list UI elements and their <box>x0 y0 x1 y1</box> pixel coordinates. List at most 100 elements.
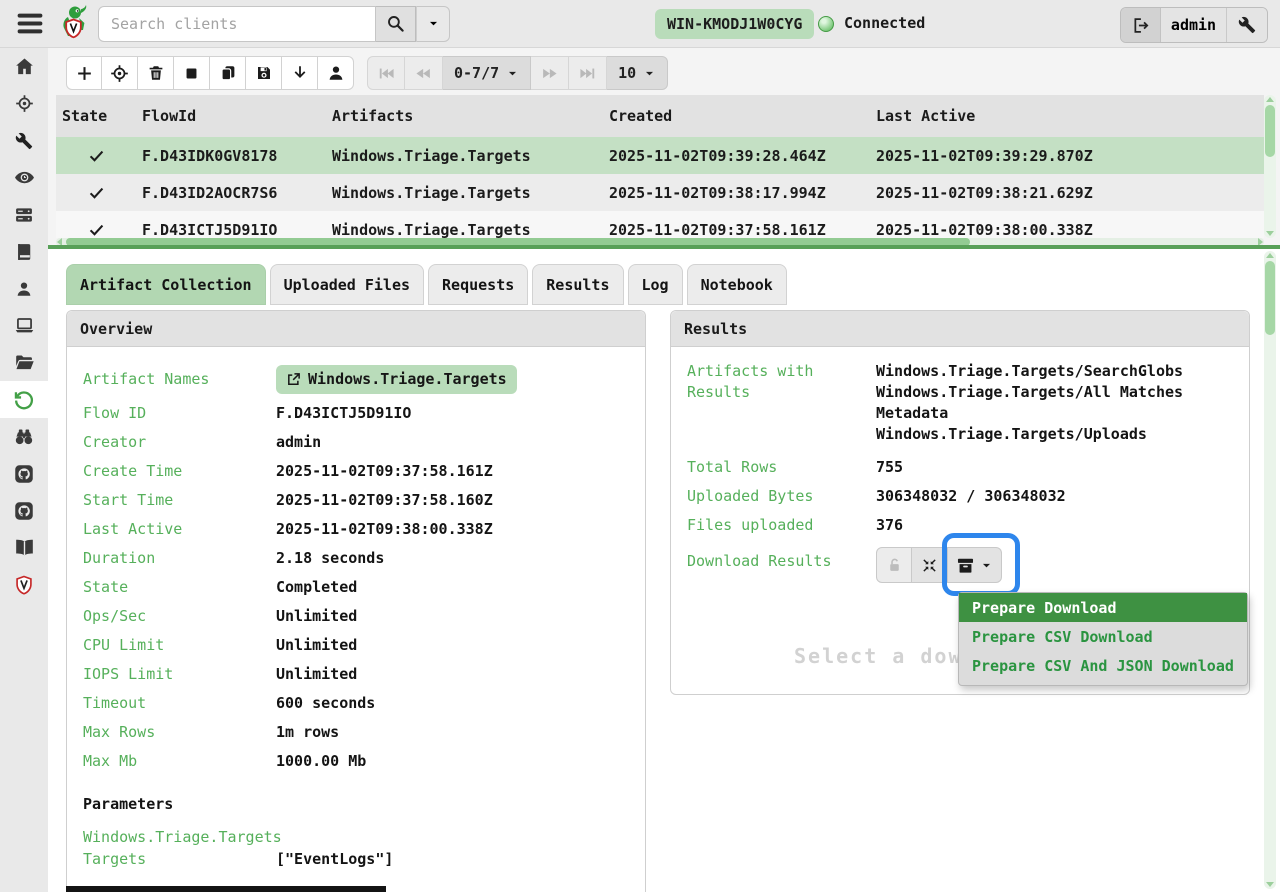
stop-icon <box>183 65 200 82</box>
sidebar-item-client-summary[interactable] <box>0 270 48 307</box>
overview-value: 2025-11-02T09:37:58.161Z <box>276 457 629 486</box>
hamburger-icon <box>14 10 46 37</box>
sidebar-item-velociraptor-shield[interactable] <box>0 566 48 603</box>
stop-flow-button[interactable] <box>174 56 210 90</box>
overview-card: Overview Artifact Names Windows.Triage.T… <box>66 310 646 892</box>
flow-table-header: StateFlowIdArtifactsCreatedLast Active <box>56 95 1264 137</box>
table-row-F.D43ICTJ5D91IO[interactable]: F.D43ICTJ5D91IOWindows.Triage.Targets202… <box>56 211 1264 238</box>
sidebar-item-host-information[interactable] <box>0 307 48 344</box>
compress-download-button[interactable] <box>912 547 948 583</box>
hamburger-menu-button[interactable] <box>12 9 48 39</box>
prev-page-button[interactable] <box>405 56 443 90</box>
menu-item-prepare-csv-download[interactable]: Prepare CSV Download <box>959 622 1247 651</box>
username-button[interactable]: admin <box>1161 8 1227 42</box>
results-label: Uploaded Bytes <box>687 482 876 511</box>
tab-artifact-collection[interactable]: Artifact Collection <box>66 264 266 305</box>
search-options-button[interactable] <box>416 6 450 42</box>
overview-row-state: StateCompleted <box>83 573 629 602</box>
sidebar-item-notebooks[interactable] <box>0 233 48 270</box>
target-collection-button[interactable] <box>102 56 138 90</box>
history-icon <box>13 389 35 411</box>
arrow-down-icon <box>291 64 309 82</box>
prepare-download-dropdown-button[interactable] <box>948 547 1002 583</box>
tab-uploaded-files[interactable]: Uploaded Files <box>270 264 424 305</box>
next-page-button[interactable] <box>531 56 569 90</box>
table-scrollbar-thumb[interactable] <box>1265 105 1275 157</box>
details-vertical-scrollbar[interactable] <box>1264 251 1276 889</box>
sidebar-item-hunt-manager[interactable] <box>0 85 48 122</box>
settings-button[interactable] <box>1227 8 1267 42</box>
copy-icon <box>219 64 237 82</box>
overview-label: Timeout <box>83 689 276 718</box>
artifacts-cell: Windows.Triage.Targets <box>326 184 603 202</box>
first-page-button[interactable] <box>367 56 405 90</box>
scroll-up-arrow-icon <box>1266 97 1274 102</box>
copy-flow-button[interactable] <box>210 56 246 90</box>
assign-user-button[interactable] <box>318 56 354 90</box>
download-buttons-cell <box>876 543 1233 591</box>
page-range-dropdown[interactable]: 0-7/7 <box>443 56 531 90</box>
details-scrollbar-thumb[interactable] <box>1265 261 1275 335</box>
sidebar-item-server-monitoring[interactable] <box>0 159 48 196</box>
overview-label: Creator <box>83 428 276 457</box>
search-button[interactable] <box>376 6 416 42</box>
artifacts-with-results-row: Artifacts with Results Windows.Triage.Ta… <box>687 361 1233 445</box>
download-results-row: Download Results <box>687 543 1233 591</box>
client-badge[interactable]: WIN-KMODJ1W0CYG <box>655 9 814 39</box>
lock-download-button[interactable] <box>876 547 912 583</box>
prev-page-icon <box>415 65 432 82</box>
column-header-artifacts[interactable]: Artifacts <box>326 107 603 125</box>
folder-open-icon <box>14 352 35 373</box>
caret-down-icon <box>643 67 656 80</box>
sidebar-item-client-monitoring[interactable] <box>0 418 48 455</box>
tab-notebook[interactable]: Notebook <box>687 264 787 305</box>
overview-label: CPU Limit <box>83 631 276 660</box>
sidebar <box>0 48 48 892</box>
artifacts-cell: Windows.Triage.Targets <box>326 221 603 239</box>
menu-item-prepare-csv-and-json-download[interactable]: Prepare CSV And JSON Download <box>959 651 1247 680</box>
table-vertical-scrollbar[interactable] <box>1264 95 1276 238</box>
binoculars-icon <box>14 427 34 447</box>
column-header-state[interactable]: State <box>56 107 136 125</box>
search-input[interactable] <box>98 6 376 42</box>
sidebar-item-view-artifacts[interactable] <box>0 122 48 159</box>
created-cell: 2025-11-02T09:38:17.994Z <box>603 184 870 202</box>
tab-results[interactable]: Results <box>532 264 623 305</box>
flow-details-pane: Artifact CollectionUploaded FilesRequest… <box>48 248 1280 892</box>
new-collection-button[interactable] <box>66 56 102 90</box>
sidebar-item-github-link-1[interactable] <box>0 455 48 492</box>
artifact-badge-label: Windows.Triage.Targets <box>308 370 507 388</box>
sidebar-item-home[interactable] <box>0 48 48 85</box>
sidebar-item-server-events[interactable] <box>0 196 48 233</box>
last-active-cell: 2025-11-02T09:38:21.629Z <box>870 184 1264 202</box>
sidebar-item-github-link-2[interactable] <box>0 492 48 529</box>
pane-divider[interactable] <box>48 245 1280 249</box>
export-flow-button[interactable] <box>282 56 318 90</box>
overview-row-create-time: Create Time2025-11-02T09:37:58.161Z <box>83 457 629 486</box>
delete-flow-button[interactable] <box>138 56 174 90</box>
column-header-last-active[interactable]: Last Active <box>870 107 1264 125</box>
logout-button[interactable] <box>1121 8 1161 42</box>
menu-item-prepare-download[interactable]: Prepare Download <box>959 593 1247 622</box>
sidebar-item-virtual-filesystem[interactable] <box>0 344 48 381</box>
save-icon <box>255 64 273 82</box>
flow-table: StateFlowIdArtifactsCreatedLast Active F… <box>56 95 1264 238</box>
page-size-dropdown[interactable]: 10 <box>607 56 668 90</box>
table-row-F.D43ID2AOCR7S6[interactable]: F.D43ID2AOCR7S6Windows.Triage.Targets202… <box>56 174 1264 211</box>
tab-log[interactable]: Log <box>628 264 683 305</box>
overview-horizontal-scrollbar-thumb[interactable] <box>66 886 386 892</box>
sidebar-item-documentation[interactable] <box>0 529 48 566</box>
column-header-flowid[interactable]: FlowId <box>136 107 326 125</box>
results-card-body: Artifacts with Results Windows.Triage.Ta… <box>671 347 1249 591</box>
parameters-heading: Parameters <box>83 790 629 819</box>
overview-row-iops-limit: IOPS LimitUnlimited <box>83 660 629 689</box>
sidebar-item-collected-artifacts[interactable] <box>0 381 48 418</box>
artifact-link-badge[interactable]: Windows.Triage.Targets <box>276 365 517 394</box>
table-row-F.D43IDK0GV8178[interactable]: F.D43IDK0GV8178Windows.Triage.Targets202… <box>56 137 1264 174</box>
save-flow-button[interactable] <box>246 56 282 90</box>
tab-requests[interactable]: Requests <box>428 264 528 305</box>
results-value: 306348032 / 306348032 <box>876 482 1233 511</box>
connected-status-label: Connected <box>844 14 925 32</box>
column-header-created[interactable]: Created <box>603 107 870 125</box>
last-page-button[interactable] <box>569 56 607 90</box>
